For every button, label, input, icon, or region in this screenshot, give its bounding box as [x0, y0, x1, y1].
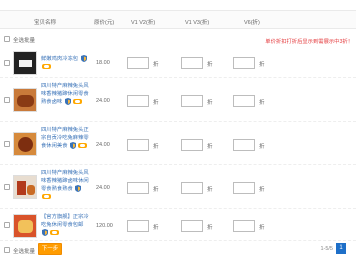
discount-input-v3[interactable] — [181, 220, 203, 232]
discount-unit: 折 — [259, 144, 265, 150]
discount-input-vip[interactable] — [233, 220, 255, 232]
discount-input-vip[interactable] — [233, 57, 255, 69]
shield-icon — [64, 98, 71, 106]
discount-input-v1[interactable] — [127, 220, 149, 232]
table-header: 宝贝名称 原价(元) V1 V2(折) V1 V3(折) V6(折) — [0, 10, 356, 29]
header-v1: V1 V2(折) — [131, 20, 156, 26]
discount-input-v1[interactable] — [127, 57, 149, 69]
product-price: 18.00 — [96, 60, 110, 66]
discount-unit: 折 — [207, 225, 213, 231]
discount-unit: 折 — [207, 144, 213, 150]
chat-icon[interactable] — [73, 99, 83, 105]
shield-icon — [42, 229, 48, 237]
discount-unit: 折 — [259, 187, 265, 193]
discount-unit: 折 — [153, 225, 159, 231]
discount-input-vip[interactable] — [233, 182, 255, 194]
discount-input-v1[interactable] — [127, 139, 149, 151]
product-thumbnail[interactable] — [13, 214, 37, 238]
discount-input-v1[interactable] — [127, 95, 149, 107]
row-checkbox[interactable] — [4, 184, 10, 190]
shield-icon — [75, 185, 82, 193]
discount-unit: 折 — [259, 225, 265, 231]
product-thumbnail[interactable] — [13, 51, 37, 75]
product-name[interactable]: 四川特产麻辣兔头风味香辣猪蹄卤味休闲零食熟食熟食 — [41, 170, 89, 192]
discount-unit: 折 — [153, 100, 159, 106]
row-checkbox[interactable] — [4, 60, 10, 66]
shield-icon — [80, 55, 87, 62]
table-row: 四川特产麻辣兔头风味香辣猪蹄卤味休闲零食熟食熟食 24.00 折 折 折 — [0, 166, 356, 209]
product-price: 24.00 — [96, 185, 110, 191]
discount-unit: 折 — [207, 187, 213, 193]
product-thumbnail[interactable] — [13, 132, 37, 156]
chat-icon[interactable] — [50, 230, 60, 236]
chat-icon[interactable] — [42, 193, 51, 199]
discount-input-vip[interactable] — [233, 95, 255, 107]
select-all-label: 全选批量 — [13, 38, 36, 44]
discount-input-v3[interactable] — [181, 95, 203, 107]
discount-unit: 折 — [207, 62, 213, 68]
row-checkbox[interactable] — [4, 222, 10, 228]
discount-input-v1[interactable] — [127, 182, 149, 194]
discount-unit: 折 — [153, 62, 159, 68]
product-thumbnail[interactable] — [13, 88, 37, 112]
chat-icon[interactable] — [78, 143, 88, 149]
select-all-checkbox[interactable] — [4, 36, 10, 42]
header-vip: V6(折) — [244, 20, 260, 26]
discount-input-vip[interactable] — [233, 139, 255, 151]
header-v3: V1 V3(折) — [185, 20, 210, 26]
discount-warning: 单价折扣打折后显示到需展示中3折！ — [265, 39, 353, 45]
table-row: 四川特产麻辣兔头正宗自贡冷吃兔麻辣零食休闲美食 24.00 折 折 折 — [0, 123, 356, 165]
footer-select-all-checkbox[interactable] — [4, 247, 10, 253]
chat-icon[interactable] — [42, 63, 51, 69]
discount-unit: 折 — [259, 62, 265, 68]
header-price: 原价(元) — [94, 20, 115, 26]
pagination-info: 1-5/5 — [320, 246, 333, 252]
footer-select-all-label: 全选批量 — [13, 249, 36, 255]
product-thumbnail[interactable] — [13, 175, 37, 199]
table-footer: 全选批量 下一步 1-5/5 1 — [0, 243, 356, 261]
discount-unit: 折 — [153, 187, 159, 193]
product-name-link[interactable]: 鲜嫩鸡肉冷冻包 — [41, 55, 91, 71]
discount-input-v3[interactable] — [181, 139, 203, 151]
header-name: 宝贝名称 — [34, 20, 57, 26]
product-name-link[interactable]: 四川特产麻辣兔头风味香辣猪蹄休闲零食熟食卤味 — [41, 83, 91, 107]
discount-unit: 折 — [153, 144, 159, 150]
product-price: 24.00 — [96, 98, 110, 104]
table-row: 【官方旗舰】正宗冷吃兔休闲零食包邮 120.00 折 折 折 — [0, 210, 356, 241]
table-row: 鲜嫩鸡肉冷冻包 18.00 折 折 折 — [0, 48, 356, 78]
product-name-link[interactable]: 四川特产麻辣兔头风味香辣猪蹄卤味休闲零食熟食熟食 — [41, 170, 91, 201]
next-step-button[interactable]: 下一步 — [38, 243, 62, 255]
product-name-link[interactable]: 四川特产麻辣兔头正宗自贡冷吃兔麻辣零食休闲美食 — [41, 127, 91, 151]
product-price: 24.00 — [96, 142, 110, 148]
row-checkbox[interactable] — [4, 97, 10, 103]
product-name-link[interactable]: 【官方旗舰】正宗冷吃兔休闲零食包邮 — [41, 214, 91, 238]
discount-input-v3[interactable] — [181, 182, 203, 194]
product-name[interactable]: 【官方旗舰】正宗冷吃兔休闲零食包邮 — [41, 214, 89, 228]
discount-input-v3[interactable] — [181, 57, 203, 69]
table-row: 四川特产麻辣兔头风味香辣猪蹄休闲零食熟食卤味 24.00 折 折 折 — [0, 79, 356, 122]
product-price: 120.00 — [96, 223, 113, 229]
shield-icon — [69, 142, 76, 150]
page-number-button[interactable]: 1 — [336, 243, 346, 254]
discount-unit: 折 — [207, 100, 213, 106]
product-name[interactable]: 鲜嫩鸡肉冷冻包 — [41, 56, 78, 62]
row-checkbox[interactable] — [4, 141, 10, 147]
discount-unit: 折 — [259, 100, 265, 106]
